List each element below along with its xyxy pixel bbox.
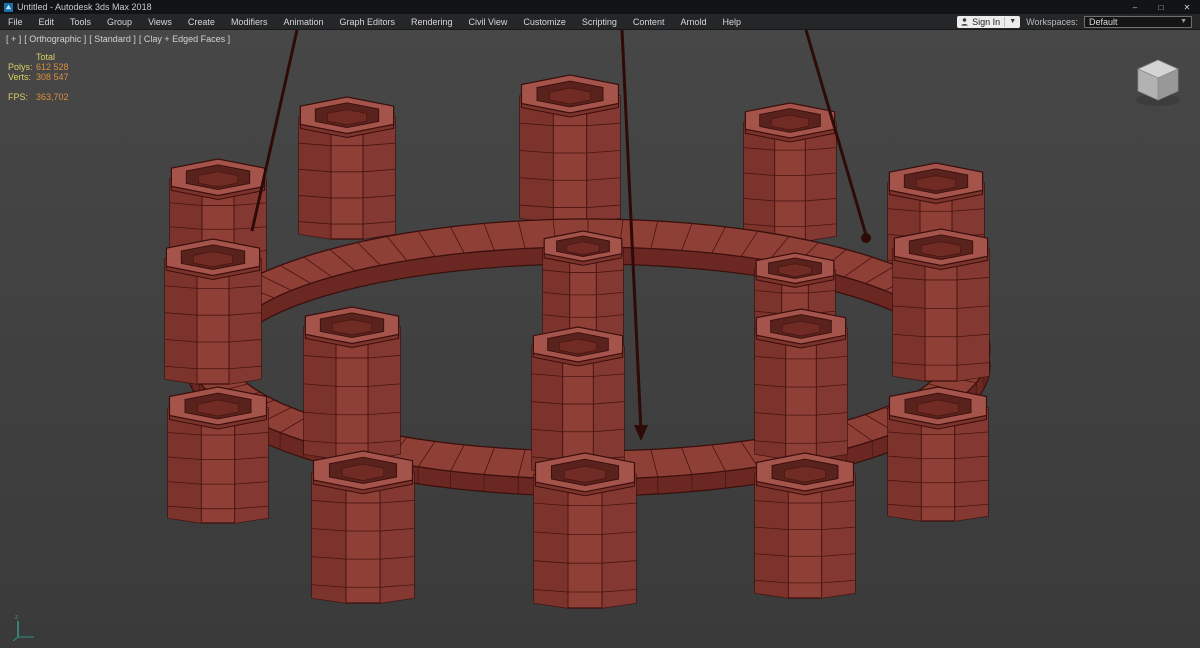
statistics-overlay: Total Polys: 612 528 Verts: 308 547 FPS: 36… [8, 52, 69, 102]
menu-graph-editors[interactable]: Graph Editors [331, 14, 403, 29]
viewport-label-segment-0[interactable]: [ + ] [6, 34, 21, 44]
world-axis-icon: z [12, 615, 34, 641]
menu-tools[interactable]: Tools [62, 14, 99, 29]
sign-in-button[interactable]: Sign In ▼ [957, 15, 1021, 28]
workspace-caret-icon: ▼ [1180, 18, 1187, 25]
workspaces-label: Workspaces: [1026, 16, 1078, 27]
viewport[interactable]: [ + ][ Orthographic ][ Standard ][ Clay … [0, 30, 1200, 648]
viewport-label: [ + ][ Orthographic ][ Standard ][ Clay … [6, 34, 230, 44]
workspace-value: Default [1089, 16, 1118, 27]
menu-items: File Edit Tools Group Views Create Modifiers An… [0, 14, 749, 29]
maximize-button[interactable]: □ [1148, 0, 1174, 14]
menu-bar: File Edit Tools Group Views Create Modifiers An… [0, 14, 1200, 30]
window-title: Untitled - Autodesk 3ds Max 2018 [17, 2, 152, 12]
minimize-button[interactable]: – [1122, 0, 1148, 14]
menu-modifiers[interactable]: Modifiers [223, 14, 276, 29]
sign-in-label: Sign In [972, 16, 1001, 27]
menu-edit[interactable]: Edit [31, 14, 63, 29]
workspace-dropdown[interactable]: Default ▼ [1084, 15, 1192, 28]
close-button[interactable]: ✕ [1174, 0, 1200, 14]
menu-scripting[interactable]: Scripting [574, 14, 625, 29]
stat-verts-label: Verts: [8, 72, 32, 82]
user-icon [961, 17, 968, 26]
menu-views[interactable]: Views [140, 14, 180, 29]
stat-fps-label: FPS: [8, 92, 29, 102]
svg-text:z: z [15, 615, 18, 621]
menu-create[interactable]: Create [180, 14, 223, 29]
viewport-label-segment-2[interactable]: [ Standard ] [89, 34, 136, 44]
menu-bar-right: Sign In ▼ Workspaces: Default ▼ [957, 15, 1200, 28]
menu-customize[interactable]: Customize [515, 14, 574, 29]
chandelier-model[interactable] [0, 30, 1200, 648]
viewport-label-segment-3[interactable]: [ Clay + Edged Faces ] [139, 34, 230, 44]
menu-civil-view[interactable]: Civil View [461, 14, 516, 29]
menu-file[interactable]: File [0, 14, 31, 29]
menu-animation[interactable]: Animation [275, 14, 331, 29]
title-bar: Untitled - Autodesk 3ds Max 2018 – □ ✕ [0, 0, 1200, 14]
menu-arnold[interactable]: Arnold [672, 14, 714, 29]
stat-verts-value: 308 547 [36, 72, 69, 82]
menu-content[interactable]: Content [625, 14, 673, 29]
sign-in-caret-icon: ▼ [1004, 16, 1016, 27]
menu-rendering[interactable]: Rendering [403, 14, 461, 29]
viewcube[interactable] [1126, 42, 1190, 112]
app-window: Untitled - Autodesk 3ds Max 2018 – □ ✕ F… [0, 0, 1200, 648]
stat-polys-value: 612 528 [36, 62, 69, 72]
window-controls: – □ ✕ [1122, 0, 1200, 14]
viewport-label-segment-1[interactable]: [ Orthographic ] [24, 34, 86, 44]
app-logo-icon [4, 2, 13, 12]
menu-group[interactable]: Group [99, 14, 140, 29]
menu-help[interactable]: Help [714, 14, 749, 29]
stat-fps-value: 363,702 [36, 92, 69, 102]
stat-polys-label: Polys: [8, 62, 33, 72]
stat-total: Total [36, 52, 56, 62]
